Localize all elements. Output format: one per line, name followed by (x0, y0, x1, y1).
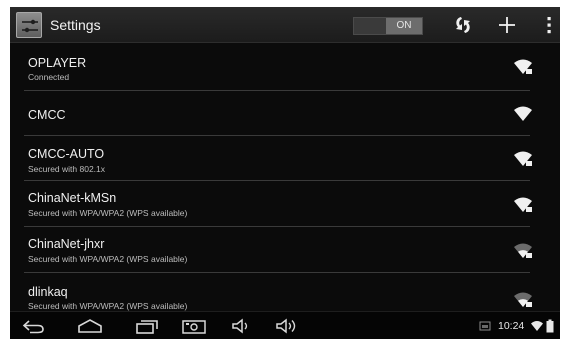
battery-icon (546, 319, 554, 333)
network-name: ChinaNet-kMSn (28, 191, 117, 205)
home-icon[interactable] (76, 316, 104, 336)
wifi-locked-strong-icon (514, 151, 532, 166)
system-navigation-bar: 10:24 (10, 311, 560, 339)
network-name: CMCC (28, 108, 66, 122)
network-name: OPLAYER (28, 56, 87, 70)
wifi-locked-weak-icon (514, 292, 532, 307)
wifi-network-item[interactable]: OPLAYER Connected (10, 44, 560, 89)
wifi-locked-weak-icon (514, 243, 532, 258)
network-status: Secured with 802.1x (28, 164, 106, 174)
network-status: Secured with WPA/WPA2 (WPS available) (28, 254, 188, 264)
wps-icon[interactable] (451, 13, 475, 37)
sliders-icon (22, 19, 38, 33)
page-title: Settings (50, 17, 101, 33)
wifi-open-strong-icon (514, 106, 532, 121)
network-status: Connected (28, 72, 70, 82)
overflow-menu-icon[interactable] (537, 13, 560, 37)
wifi-toggle-on-label: ON (386, 18, 422, 34)
network-status: Secured with WPA/WPA2 (WPS available) (28, 208, 188, 218)
wifi-network-item[interactable]: CMCC-AUTO Secured with 802.1x (10, 136, 560, 180)
add-network-icon[interactable] (495, 13, 519, 37)
wifi-network-item[interactable]: CMCC (10, 91, 560, 135)
wifi-locked-strong-icon (514, 59, 532, 74)
wifi-network-item[interactable]: ChinaNet-jhxr Secured with WPA/WPA2 (WPS… (10, 227, 560, 271)
action-bar: Settings ON (10, 7, 560, 43)
notification-icon[interactable] (479, 321, 491, 331)
wifi-network-item[interactable]: dlinkaq Secured with WPA/WPA2 (WPS avail… (10, 273, 560, 311)
wifi-toggle[interactable]: ON (353, 17, 423, 35)
android-screen: Settings ON OPLAYER Connected CMCC CMCC-… (10, 7, 560, 339)
network-name: ChinaNet-jhxr (28, 237, 105, 251)
back-icon[interactable] (20, 316, 48, 336)
screenshot-icon[interactable] (181, 316, 207, 336)
network-name: CMCC-AUTO (28, 147, 105, 161)
wifi-network-list: OPLAYER Connected CMCC CMCC-AUTO Secured… (10, 44, 560, 311)
status-clock: 10:24 (498, 320, 525, 332)
settings-app-icon[interactable] (16, 12, 42, 38)
volume-up-icon[interactable] (274, 316, 302, 336)
network-status: Secured with WPA/WPA2 (WPS available) (28, 301, 188, 311)
wifi-status-icon (531, 321, 543, 331)
wifi-network-item[interactable]: ChinaNet-kMSn Secured with WPA/WPA2 (WPS… (10, 181, 560, 225)
wifi-locked-strong-icon (514, 197, 532, 212)
volume-down-icon[interactable] (230, 316, 254, 336)
network-name: dlinkaq (28, 285, 68, 299)
recent-apps-icon[interactable] (134, 316, 160, 336)
